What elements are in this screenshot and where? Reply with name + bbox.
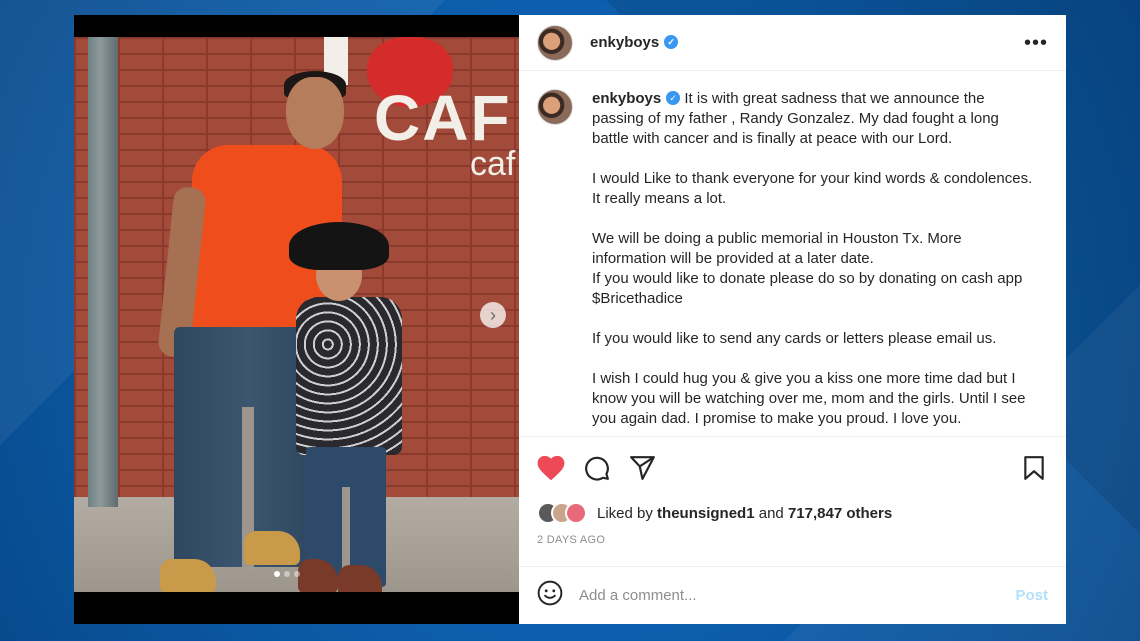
post-media: CAF caf › [74,15,519,624]
header-username[interactable]: enkyboys ✓ [590,34,679,51]
share-icon[interactable] [629,454,657,482]
likes-connector: and [758,504,784,522]
verified-badge-icon: ✓ [664,35,679,50]
carousel-dot [294,571,300,577]
avatar [565,502,587,524]
caption-area: enkyboys ✓ It is with great sadness that … [519,71,1066,436]
caption-paragraph: We will be doing a public memorial in Ho… [592,230,962,267]
carousel-dot [284,571,290,577]
post-timestamp[interactable]: 2 DAYS AGO [519,528,1066,566]
caption-paragraph: If you would like to donate please do so… [592,270,1023,307]
post-caption: enkyboys ✓ It is with great sadness that … [592,89,1038,436]
more-horizontal-icon[interactable]: ••• [1024,33,1048,53]
caption-paragraph: I would Like to thank everyone for your … [592,170,1033,207]
carousel-dot [274,571,280,577]
likes-prefix: Liked by [597,504,653,522]
caption-avatar[interactable] [537,89,573,125]
likes-count[interactable]: 717,847 others [788,505,892,522]
likes-row: Liked by theunsigned1 and 717,847 others [519,498,1066,528]
caption-paragraph: If you would like to send any cards or l… [592,330,997,347]
emoji-icon[interactable] [537,580,563,611]
heart-icon[interactable] [537,454,565,482]
wall-sign-subtext: caf [470,145,516,183]
action-bar [519,436,1066,498]
comment-input[interactable] [579,587,1016,604]
caption-paragraph: I wish I could hug you & give you a kiss… [592,370,1026,427]
post-comment-button[interactable]: Post [1015,587,1048,604]
comment-icon[interactable] [583,454,611,482]
instagram-post: CAF caf › enkyboys ✓ ••• enkyboys ✓ It i… [74,15,1066,624]
carousel-indicator [274,571,300,577]
post-photo: CAF caf [74,37,519,592]
caption-username[interactable]: enkyboys [592,90,661,107]
verified-badge-icon: ✓ [666,91,681,106]
post-header: enkyboys ✓ ••• [519,15,1066,71]
chevron-right-icon: › [490,305,496,325]
avatar[interactable] [537,24,573,61]
wall-sign-text: CAF [374,82,512,154]
post-details-panel: enkyboys ✓ ••• enkyboys ✓ It is with great… [519,15,1066,624]
bookmark-icon[interactable] [1020,454,1048,482]
liker-username[interactable]: theunsigned1 [657,505,755,522]
carousel-next-button[interactable]: › [480,302,506,328]
comment-bar: Post [519,566,1066,624]
liker-avatars [537,502,587,524]
